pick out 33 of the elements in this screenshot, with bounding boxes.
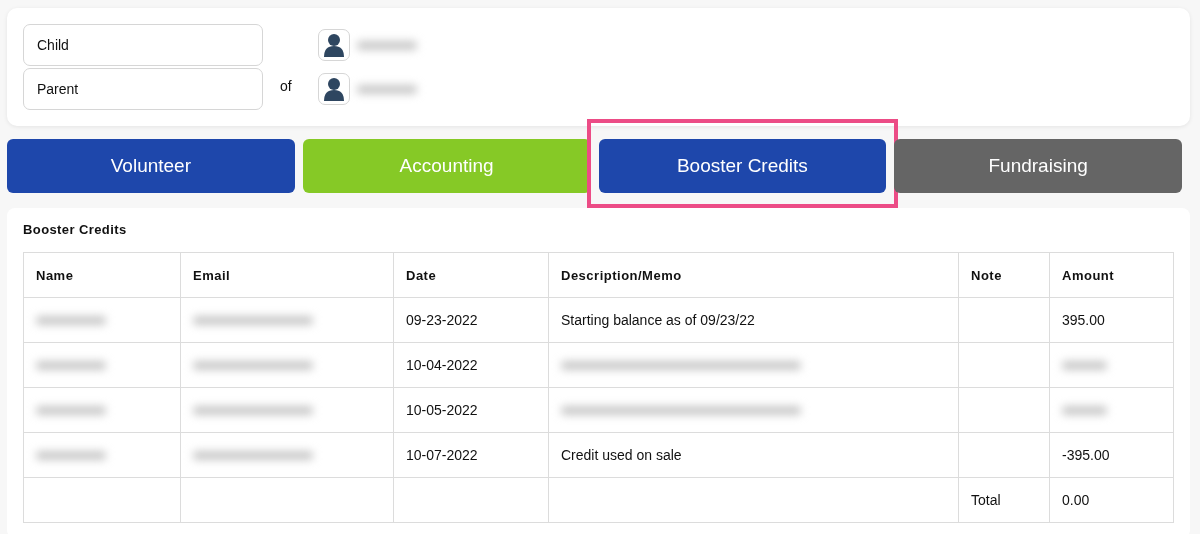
person-icon	[324, 77, 344, 101]
blurred-text	[357, 84, 417, 94]
blurred-text	[36, 451, 106, 460]
table-cell: 10-04-2022	[406, 357, 478, 373]
blurred-text	[36, 361, 106, 370]
blurred-text	[36, 406, 106, 415]
table-cell: Starting balance as of 09/23/22	[561, 312, 755, 328]
blurred-text	[1062, 361, 1107, 370]
input-field[interactable]: Child	[23, 24, 263, 66]
table-cell: 10-07-2022	[406, 447, 478, 463]
blurred-text	[357, 40, 417, 50]
table-cell: Credit used on sale	[561, 447, 682, 463]
table-cell: 10-05-2022	[406, 402, 478, 418]
column-header: Description/Memo	[561, 267, 682, 283]
table-cell: 0.00	[1062, 492, 1090, 508]
table-cell: 09-23-2022	[406, 312, 478, 328]
connector-label: of	[280, 78, 293, 94]
column-header: Amount	[1062, 267, 1115, 283]
blurred-text	[1062, 406, 1107, 415]
table-cell: -395.00	[1062, 447, 1110, 463]
tab[interactable]: Fundraising	[894, 139, 1182, 193]
column-header: Note	[971, 267, 1002, 283]
table-cell: Total	[971, 492, 1001, 508]
person-icon	[324, 33, 344, 57]
tab[interactable]: Volunteer	[7, 139, 295, 193]
input-field[interactable]: Parent	[23, 68, 263, 110]
tab[interactable]: Booster Credits	[598, 139, 887, 193]
column-header: Name	[36, 267, 74, 283]
blurred-text	[36, 316, 106, 325]
column-header: Email	[193, 267, 231, 283]
column-header: Date	[406, 267, 437, 283]
table-cell: 395.00	[1062, 312, 1105, 328]
section-title: Booster Credits	[23, 222, 128, 237]
